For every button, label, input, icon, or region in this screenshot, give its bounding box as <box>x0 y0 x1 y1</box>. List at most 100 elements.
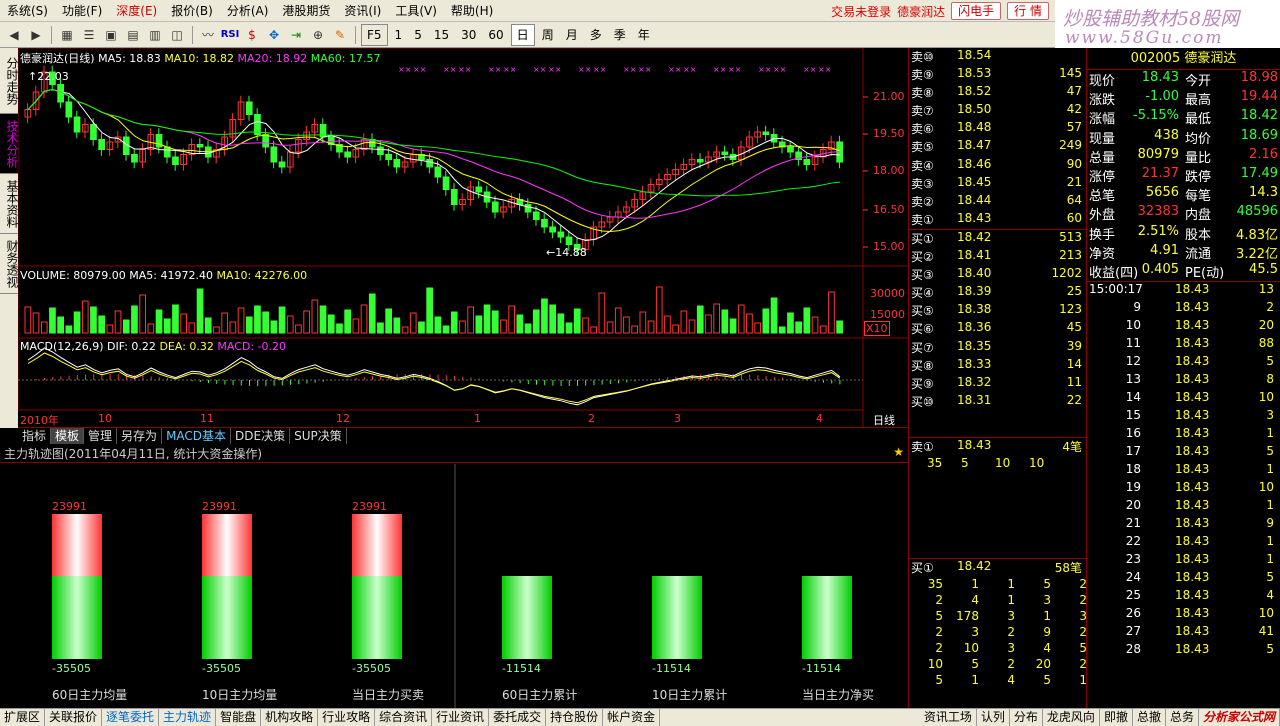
bottom-tab[interactable]: 行业资讯 <box>432 709 490 726</box>
bottom-tab[interactable]: 机构攻略 <box>261 709 319 726</box>
bottom-right-tab[interactable]: 即撤 <box>1100 709 1133 726</box>
bottom-right-tab[interactable]: 总撤 <box>1133 709 1166 726</box>
bottom-tab[interactable]: 扩展区 <box>0 709 46 726</box>
ask-row[interactable]: 卖⑩ 18.54 <box>909 48 1086 66</box>
back-icon[interactable]: ◀ <box>4 25 24 45</box>
ask-row[interactable]: 卖① 18.43 60 <box>909 211 1086 229</box>
bid-row[interactable]: 买⑨ 18.32 11 <box>909 375 1086 393</box>
menu-depth[interactable]: 深度(E) <box>109 0 164 22</box>
volume-bar <box>90 306 97 334</box>
subtab-dde[interactable]: DDE决策 <box>231 428 291 444</box>
subtab-macd[interactable]: MACD基本 <box>162 428 232 444</box>
rsi-icon[interactable]: RSI <box>220 25 240 45</box>
forward-icon[interactable]: ▶ <box>26 25 46 45</box>
menu-quote[interactable]: 报价(B) <box>164 0 220 22</box>
zoom-icon[interactable]: ⊕ <box>308 25 328 45</box>
ask-row[interactable]: 卖③ 18.45 21 <box>909 175 1086 193</box>
kline-chart[interactable]: ×× ×× ×× ×× ×× ×× ×× ×× ×× ×× ×× ×× ×× ×× ×× ×× ×× ×× ×× ××… <box>18 48 908 428</box>
period-1min[interactable]: 1 <box>390 25 408 45</box>
tab-intraday[interactable]: 分时走势 <box>0 48 19 114</box>
tab-financials[interactable]: 财务透视 <box>0 234 19 294</box>
mainforce-bar-label: 10日主力累计 <box>652 688 728 702</box>
kline-svg[interactable]: ×× ×× ×× ×× ×× ×× ×× ×× ×× ×× ×× ×× ×× ×× ×× ×× ×× ×× ×× ×× <box>18 48 908 428</box>
bottom-tab[interactable]: 关联报价 <box>45 709 103 726</box>
period-60min[interactable]: 60 <box>483 25 508 45</box>
ask-row[interactable]: 卖⑦ 18.50 42 <box>909 102 1086 120</box>
bid-row[interactable]: 买③ 18.40 1202 <box>909 266 1086 284</box>
ask-row[interactable]: 卖⑧ 18.52 47 <box>909 84 1086 102</box>
period-multi[interactable]: 多 <box>585 25 607 45</box>
bottom-tab[interactable]: 逐笔委托 <box>102 709 160 726</box>
tab-fundamentals[interactable]: 基本资料 <box>0 174 19 234</box>
tick-cell: 10 <box>1125 318 1141 333</box>
bottom-tab[interactable]: 综合资讯 <box>375 709 433 726</box>
ask-row[interactable]: 卖⑤ 18.47 249 <box>909 138 1086 156</box>
tab-technical[interactable]: 技术分析 <box>0 114 19 174</box>
subtab-template[interactable]: 模板 <box>51 428 85 444</box>
bottom-tab[interactable]: 智能盘 <box>216 709 262 726</box>
ask-row[interactable]: 卖④ 18.46 90 <box>909 157 1086 175</box>
indicator-icon[interactable]: 〰 <box>198 25 218 45</box>
subtab-sup[interactable]: SUP决策 <box>290 428 347 444</box>
table-icon[interactable]: ▤ <box>123 25 143 45</box>
buy1-queue-head[interactable]: 买① 18.42 58笔 <box>909 559 1086 577</box>
period-month[interactable]: 月 <box>561 25 583 45</box>
order-level-label: 买⑧ <box>911 358 934 373</box>
list-icon[interactable]: ☰ <box>79 25 99 45</box>
bottom-tab[interactable]: 委托成交 <box>489 709 547 726</box>
window-icon[interactable]: ▣ <box>101 25 121 45</box>
period-day[interactable]: 日 <box>510 23 535 46</box>
flash-trade-button[interactable]: 闪电手 <box>951 2 1002 20</box>
menu-analysis[interactable]: 分析(A) <box>220 0 276 22</box>
ask-row[interactable]: 卖⑨ 18.53 145 <box>909 66 1086 84</box>
ask-row[interactable]: 卖⑥ 18.48 57 <box>909 120 1086 138</box>
bottom-right-tab[interactable]: 认列 <box>977 709 1010 726</box>
bottom-tab[interactable]: 主力轨迹 <box>159 709 217 726</box>
menu-help[interactable]: 帮助(H) <box>444 0 500 22</box>
import-icon[interactable]: ⇥ <box>286 25 306 45</box>
period-f5[interactable]: F5 <box>361 23 388 46</box>
ask-row[interactable]: 卖② 18.44 64 <box>909 193 1086 211</box>
bid-row[interactable]: 买⑥ 18.36 45 <box>909 320 1086 338</box>
bottom-tab[interactable]: 持仓股份 <box>546 709 604 726</box>
bid-row[interactable]: 买⑧ 18.33 14 <box>909 357 1086 375</box>
bid-row[interactable]: 买② 18.41 213 <box>909 248 1086 266</box>
bottom-right-tab[interactable]: 龙虎风向 <box>1043 709 1100 726</box>
period-15min[interactable]: 15 <box>429 25 454 45</box>
pencil-icon[interactable]: ✎ <box>330 25 350 45</box>
period-year[interactable]: 年 <box>633 25 655 45</box>
menu-info[interactable]: 资讯(I) <box>337 0 388 22</box>
bottom-tab[interactable]: 行业攻略 <box>318 709 376 726</box>
star-icon[interactable]: ★ <box>893 445 904 459</box>
split-icon[interactable]: ◫ <box>167 25 187 45</box>
bid-row[interactable]: 买① 18.42 513 <box>909 230 1086 248</box>
move-icon[interactable]: ✥ <box>264 25 284 45</box>
grid-icon[interactable]: ▦ <box>57 25 77 45</box>
period-quarter[interactable]: 季 <box>609 25 631 45</box>
subtab-indicator[interactable]: 指标 <box>18 428 52 444</box>
chart-icon[interactable]: ▥ <box>145 25 165 45</box>
date-label-7: 3 <box>674 412 681 425</box>
subtab-manage[interactable]: 管理 <box>84 428 118 444</box>
period-week[interactable]: 周 <box>537 25 559 45</box>
queue-order: 2 <box>1007 657 1015 672</box>
bottom-right-tab[interactable]: 总务 <box>1166 709 1199 726</box>
market-button[interactable]: 行 情 <box>1007 2 1049 20</box>
bottom-right-tab[interactable]: 资讯工场 <box>920 709 977 726</box>
menu-hk-futures[interactable]: 港股期货 <box>275 0 337 22</box>
bid-row[interactable]: 买⑦ 18.35 39 <box>909 339 1086 357</box>
period-5min[interactable]: 5 <box>409 25 427 45</box>
bottom-right-tab[interactable]: 分布 <box>1010 709 1043 726</box>
bid-row[interactable]: 买⑩ 18.31 22 <box>909 393 1086 411</box>
bid-row[interactable]: 买④ 18.39 25 <box>909 284 1086 302</box>
tick-cell: 18.43 <box>1175 462 1210 477</box>
menu-system[interactable]: 系统(S) <box>0 0 55 22</box>
menu-function[interactable]: 功能(F) <box>55 0 109 22</box>
bottom-tab[interactable]: 帐户资金 <box>603 709 661 726</box>
period-30min[interactable]: 30 <box>456 25 481 45</box>
money-icon[interactable]: $ <box>242 25 262 45</box>
subtab-save-as[interactable]: 另存为 <box>117 428 163 444</box>
menu-tools[interactable]: 工具(V) <box>388 0 444 22</box>
bid-row[interactable]: 买⑤ 18.38 123 <box>909 302 1086 320</box>
sell1-queue-head[interactable]: 卖① 18.43 4笔 <box>909 438 1086 456</box>
